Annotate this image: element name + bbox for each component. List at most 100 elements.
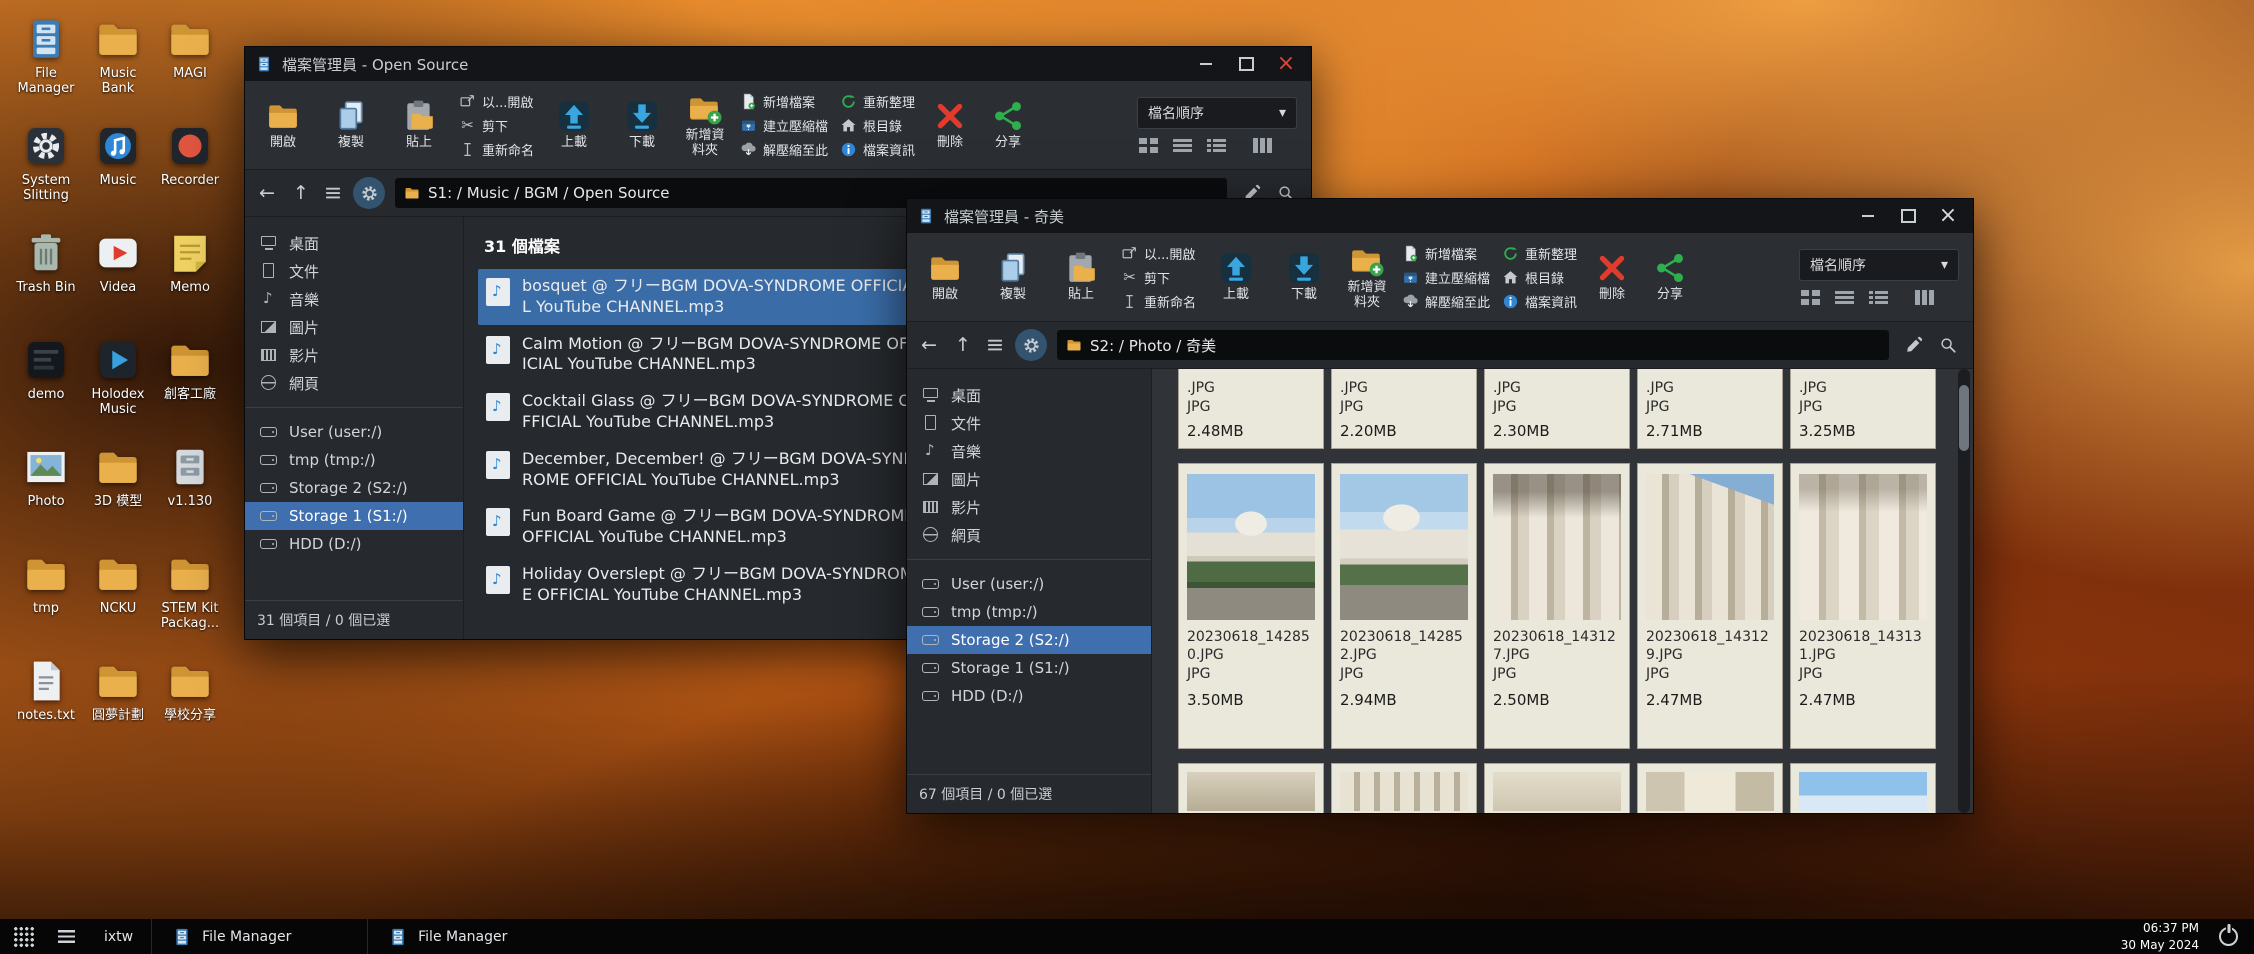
cut-button[interactable]: ✂剪下 (459, 115, 534, 136)
photo-cell[interactable]: 20230618_143129.JPG JPG 2.47MB (1637, 463, 1783, 749)
desktop-icon-videa[interactable]: Videa (82, 226, 154, 333)
settings-button[interactable] (1015, 329, 1047, 361)
create-archive-button[interactable]: 建立壓縮檔 (1402, 267, 1490, 288)
sidebar-place-item[interactable]: 網頁 (245, 369, 463, 397)
view-columns-button[interactable] (1915, 290, 1934, 305)
desktop-icon-recorder[interactable]: Recorder (154, 119, 226, 226)
taskbar-task-file-manager-2[interactable]: File Manager (367, 919, 583, 954)
upload-button[interactable]: 上載 (1208, 251, 1264, 303)
new-folder-button[interactable]: 新增資料夾 (682, 92, 728, 159)
minimize-button[interactable] (1191, 52, 1221, 76)
sidebar-place-item[interactable]: 文件 (245, 257, 463, 285)
photo-cell[interactable]: 20230618_142852.JPG JPG 2.94MB (1331, 463, 1477, 749)
desktop-icon-ncku[interactable]: NCKU (82, 547, 154, 654)
maximize-button[interactable] (1231, 52, 1261, 76)
root-dir-button[interactable]: 根目錄 (840, 115, 915, 136)
new-file-button[interactable]: 新增檔案 (1402, 243, 1490, 264)
create-archive-button[interactable]: 建立壓縮檔 (740, 115, 828, 136)
file-row[interactable]: bosquet @ フリーBGM DOVA-SYNDROME OFFICIAL … (478, 269, 952, 325)
photo-cell[interactable]: .JPG JPG 2.20MB (1331, 369, 1477, 449)
scrollbar[interactable] (1958, 369, 1970, 813)
sidebar-place-item[interactable]: 音樂 (907, 437, 1151, 465)
desktop-icon-tmp[interactable]: tmp (10, 547, 82, 654)
search-icon[interactable] (1939, 336, 1957, 354)
back-button[interactable]: ← (255, 182, 279, 204)
settings-button[interactable] (353, 177, 385, 209)
sidebar-place-item[interactable]: 音樂 (245, 285, 463, 313)
view-list-button[interactable] (1835, 290, 1854, 305)
open-with-button[interactable]: 以...開啟 (1121, 243, 1196, 264)
file-row[interactable]: Fun Board Game @ フリーBGM DOVA-SYNDROME OF… (478, 499, 952, 555)
titlebar[interactable]: 檔案管理員 - 奇美 × (907, 199, 1973, 233)
photo-cell[interactable] (1790, 763, 1936, 813)
sidebar-device-item[interactable]: HDD (D:/) (907, 682, 1151, 710)
photo-cell[interactable] (1484, 763, 1630, 813)
photo-cell[interactable] (1331, 763, 1477, 813)
file-row[interactable]: Cocktail Glass @ フリーBGM DOVA-SYNDROME OF… (478, 384, 952, 440)
sidebar-device-item[interactable]: tmp (tmp:/) (907, 598, 1151, 626)
paste-button[interactable]: 貼上 (1053, 251, 1109, 303)
paste-button[interactable]: 貼上 (391, 99, 447, 151)
view-grid-button[interactable] (1139, 138, 1158, 153)
desktop-icon-stem-kit[interactable]: STEM Kit Packag... (154, 547, 226, 654)
sidebar-place-item[interactable]: 影片 (907, 493, 1151, 521)
minimize-button[interactable] (1853, 204, 1883, 228)
sidebar-place-item[interactable]: 網頁 (907, 521, 1151, 549)
refresh-button[interactable]: 重新整理 (840, 91, 915, 112)
titlebar[interactable]: 檔案管理員 - Open Source × (245, 47, 1311, 81)
copy-button[interactable]: 複製 (985, 251, 1041, 303)
file-row[interactable]: Calm Motion @ フリーBGM DOVA-SYNDROME OFFIC… (478, 327, 952, 383)
photo-cell[interactable]: .JPG JPG 3.25MB (1790, 369, 1936, 449)
sidebar-device-item[interactable]: Storage 2 (S2:/) (245, 474, 463, 502)
delete-button[interactable]: 刪除 (927, 99, 973, 151)
new-folder-button[interactable]: 新增資料夾 (1344, 244, 1390, 311)
view-details-button[interactable] (1207, 138, 1226, 153)
desktop-icon-v1130[interactable]: v1.130 (154, 440, 226, 547)
sidebar-place-item[interactable]: 桌面 (245, 229, 463, 257)
maximize-button[interactable] (1893, 204, 1923, 228)
desktop-icon-holodex-music[interactable]: Holodex Music (82, 333, 154, 440)
scrollbar-thumb[interactable] (1959, 385, 1969, 451)
copy-button[interactable]: 複製 (323, 99, 379, 151)
desktop-icon-photo[interactable]: Photo (10, 440, 82, 547)
download-button[interactable]: 下載 (614, 99, 670, 151)
desktop-icon-magi[interactable]: MAGI (154, 12, 226, 119)
app-menu-button[interactable] (0, 919, 46, 954)
photo-cell[interactable] (1178, 763, 1324, 813)
rename-button[interactable]: 重新命名 (459, 139, 534, 160)
view-columns-button[interactable] (1253, 138, 1272, 153)
up-button[interactable]: ↑ (951, 334, 975, 356)
back-button[interactable]: ← (917, 334, 941, 356)
sidebar-place-item[interactable]: 影片 (245, 341, 463, 369)
desktop-icon-music-bank[interactable]: Music Bank (82, 12, 154, 119)
sidebar-place-item[interactable]: 圖片 (245, 313, 463, 341)
sidebar-place-item[interactable]: 文件 (907, 409, 1151, 437)
open-button[interactable]: 開啟 (255, 99, 311, 151)
photo-cell[interactable]: .JPG JPG 2.30MB (1484, 369, 1630, 449)
sidebar-device-item[interactable]: Storage 1 (S1:/) (907, 654, 1151, 682)
delete-button[interactable]: 刪除 (1589, 251, 1635, 303)
sidebar-device-item[interactable]: tmp (tmp:/) (245, 446, 463, 474)
desktop-icon-maker-factory[interactable]: 創客工廠 (154, 333, 226, 440)
sort-order-dropdown[interactable]: 檔名順序▾ (1137, 97, 1297, 129)
file-info-button[interactable]: 檔案資訊 (1502, 291, 1577, 312)
file-row[interactable]: December, December! @ フリーBGM DOVA-SYNDRO… (478, 442, 952, 498)
photo-cell[interactable] (1637, 763, 1783, 813)
menu-icon[interactable] (323, 183, 343, 203)
extract-here-button[interactable]: 解壓縮至此 (740, 139, 828, 160)
view-details-button[interactable] (1869, 290, 1888, 305)
desktop-icon-music[interactable]: Music (82, 119, 154, 226)
extract-here-button[interactable]: 解壓縮至此 (1402, 291, 1490, 312)
window-list-button[interactable] (46, 919, 86, 954)
refresh-button[interactable]: 重新整理 (1502, 243, 1577, 264)
desktop-icon-trash-bin[interactable]: Trash Bin (10, 226, 82, 333)
photo-cell[interactable]: .JPG JPG 2.48MB (1178, 369, 1324, 449)
photo-cell[interactable]: 20230618_142850.JPG JPG 3.50MB (1178, 463, 1324, 749)
sidebar-device-item[interactable]: User (user:/) (907, 570, 1151, 598)
file-row[interactable]: Holiday Overslept @ フリーBGM DOVA-SYNDROME… (478, 557, 952, 613)
path-bar[interactable]: S2: / Photo / 奇美 (1057, 330, 1889, 360)
file-info-button[interactable]: 檔案資訊 (840, 139, 915, 160)
close-button[interactable]: × (1271, 52, 1301, 76)
close-button[interactable]: × (1933, 204, 1963, 228)
view-list-button[interactable] (1173, 138, 1192, 153)
